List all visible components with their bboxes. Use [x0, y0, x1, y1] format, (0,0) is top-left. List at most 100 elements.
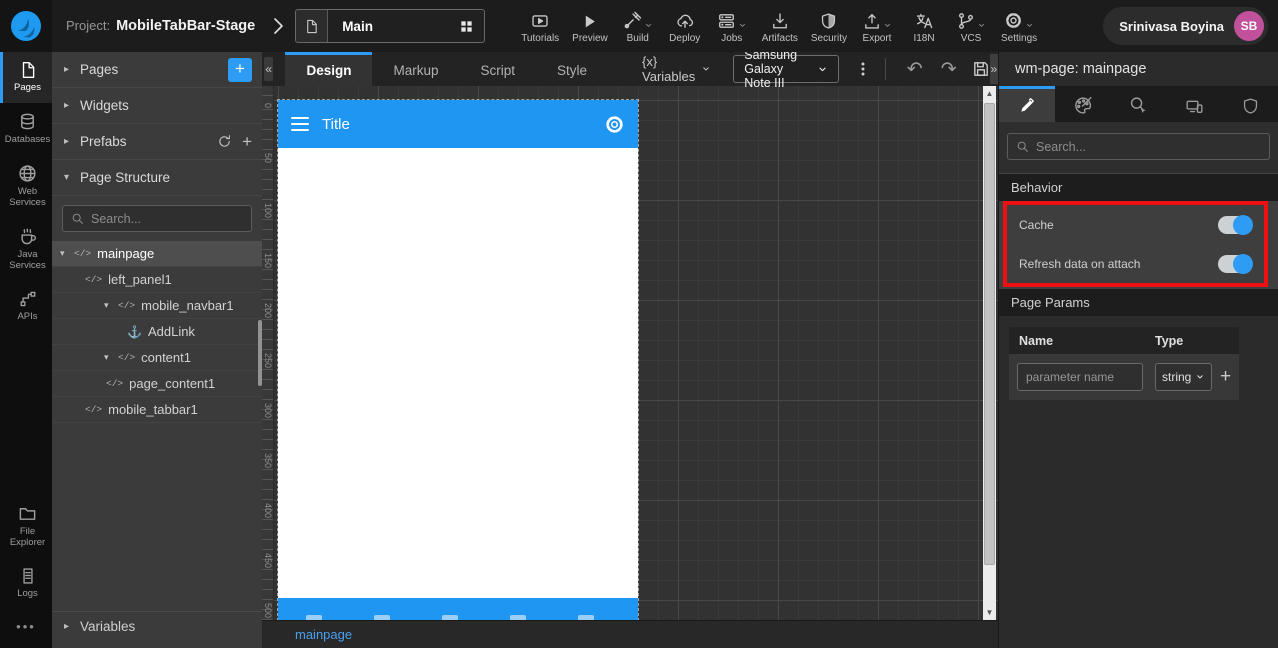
- topbar-tool-jobs[interactable]: Jobs: [715, 8, 749, 44]
- tree-node-label: mobile_tabbar1: [108, 402, 198, 417]
- tool-label: Deploy: [669, 33, 701, 44]
- sidebar-section-variables[interactable]: ▸ Variables: [52, 611, 262, 641]
- param-type-select[interactable]: string: [1155, 363, 1213, 391]
- properties-tab-devices[interactable]: [1166, 86, 1222, 122]
- topbar-tool-settings[interactable]: Settings: [1001, 8, 1037, 44]
- phone-mockup[interactable]: Title: [277, 99, 639, 620]
- sidebar-item-apis[interactable]: APIs: [0, 281, 52, 332]
- canvas-scrollbar[interactable]: ▲ ▼: [983, 86, 996, 620]
- properties-tab-pencil[interactable]: [999, 86, 1055, 122]
- scrollbar-thumb[interactable]: [984, 103, 995, 565]
- search-input[interactable]: [91, 211, 243, 226]
- topbar-tool-artifacts[interactable]: Artifacts: [762, 8, 798, 44]
- topbar-tool-vcs[interactable]: VCS: [954, 8, 988, 44]
- properties-tab-palette[interactable]: [1055, 86, 1111, 122]
- properties-search-input[interactable]: [1036, 139, 1261, 154]
- column-header-type: Type: [1155, 333, 1184, 348]
- page-params-zone: Name Type string +: [999, 316, 1278, 648]
- section-label: Pages: [80, 62, 119, 77]
- device-select[interactable]: Samsung Galaxy Note III: [733, 48, 840, 90]
- section-header-page-params[interactable]: Page Params: [999, 289, 1278, 316]
- sidebar-item-databases[interactable]: Databases: [0, 103, 52, 155]
- explorer-section-widgets[interactable]: ▸ Widgets: [52, 88, 262, 124]
- section-header-behavior[interactable]: Behavior: [999, 174, 1278, 201]
- sidebar-item-label: Databases: [4, 133, 51, 145]
- more-button[interactable]: •••: [0, 609, 52, 648]
- user-menu[interactable]: Srinivasa Boyina SB: [1103, 7, 1268, 45]
- tool-label: Tutorials: [521, 33, 560, 44]
- cache-toggle[interactable]: [1218, 214, 1253, 235]
- ruler-tick-label: 300: [263, 403, 273, 419]
- sidebar-item-web-services[interactable]: Web Services: [0, 155, 52, 218]
- active-page-selector[interactable]: Main: [295, 9, 486, 43]
- tree-node-addlink[interactable]: ⚓ AddLink: [52, 319, 262, 345]
- topbar-tool-build[interactable]: Build: [621, 8, 655, 44]
- tab-script[interactable]: Script: [459, 52, 536, 86]
- field-label: Cache: [1019, 217, 1054, 232]
- tree-node-left-panel1[interactable]: </> left_panel1: [52, 267, 262, 293]
- mobile-navbar-widget[interactable]: Title: [278, 100, 638, 148]
- design-canvas[interactable]: Title 0 50 100 150 200 250 300 350 400 450 500 ▲ ▼: [262, 86, 998, 620]
- palette-icon: [1073, 96, 1093, 115]
- code-icon: </>: [118, 300, 136, 311]
- sidebar-item-java-services[interactable]: Java Services: [0, 218, 52, 281]
- add-param-button[interactable]: +: [1212, 366, 1239, 388]
- tree-node-content1[interactable]: ▾ </> content1: [52, 345, 262, 371]
- caret-right-icon: ▸: [64, 100, 70, 111]
- properties-tab-shield[interactable]: [1222, 86, 1278, 122]
- properties-tab-events[interactable]: [1111, 86, 1167, 122]
- grid-view-icon[interactable]: [449, 19, 484, 34]
- tab-design[interactable]: Design: [285, 52, 373, 86]
- explorer-section-page-structure[interactable]: ▾ Page Structure: [52, 160, 262, 196]
- globe-icon: [18, 164, 37, 183]
- code-icon: </>: [85, 274, 103, 285]
- app-logo[interactable]: [0, 0, 52, 52]
- topbar-tool-security[interactable]: Security: [811, 8, 847, 44]
- add-page-button[interactable]: +: [228, 57, 252, 82]
- topbar-tool-tutorials[interactable]: Tutorials: [521, 8, 559, 44]
- sidebar-item-logs[interactable]: Logs: [0, 558, 52, 609]
- undo-button[interactable]: ↶: [898, 60, 932, 79]
- sidebar-item-pages[interactable]: Pages: [0, 52, 52, 103]
- tree-node-page-content1[interactable]: </> page_content1: [52, 371, 262, 397]
- hamburger-menu-icon[interactable]: [291, 116, 309, 132]
- collapse-left-panel-button[interactable]: «: [264, 57, 274, 81]
- variables-dropdown[interactable]: {x} Variables: [642, 54, 711, 84]
- refresh-icon[interactable]: [217, 134, 232, 149]
- chevron-down-icon: [701, 65, 711, 73]
- sidebar-item-file-explorer[interactable]: File Explorer: [0, 495, 52, 558]
- save-button[interactable]: [972, 60, 990, 78]
- caret-right-icon: ▸: [64, 136, 70, 147]
- navbar-gear-icon[interactable]: [604, 114, 625, 135]
- more-options-kebab-icon[interactable]: [855, 60, 871, 78]
- caret-down-icon[interactable]: ▾: [60, 248, 74, 259]
- mobile-tabbar-widget[interactable]: [278, 598, 638, 620]
- topbar-tool-deploy[interactable]: Deploy: [668, 8, 702, 44]
- redo-button[interactable]: ↷: [932, 60, 966, 79]
- tree-node-label: content1: [141, 350, 191, 365]
- page-structure-tree: ▾ </> mainpage </> left_panel1 ▾ </> mobile_nav…: [52, 241, 262, 423]
- topbar-tool-i18n[interactable]: I18N: [907, 8, 941, 44]
- collapse-right-panel-button[interactable]: »: [989, 54, 999, 84]
- tree-node-mobile-navbar1[interactable]: ▾ </> mobile_navbar1: [52, 293, 262, 319]
- tab-style[interactable]: Style: [536, 52, 608, 86]
- shield-icon: [1242, 97, 1259, 115]
- topbar-tool-export[interactable]: Export: [860, 8, 894, 44]
- scroll-up-arrow[interactable]: ▲: [983, 86, 996, 101]
- search-icon: [71, 212, 84, 225]
- caret-down-icon[interactable]: ▾: [104, 300, 118, 311]
- topbar-tool-preview[interactable]: Preview: [572, 8, 608, 44]
- tree-node-mobile-tabbar1[interactable]: </> mobile_tabbar1: [52, 397, 262, 423]
- refresh-data-on-attach-toggle[interactable]: [1218, 253, 1253, 274]
- tab-markup[interactable]: Markup: [372, 52, 459, 86]
- tree-node-mainpage[interactable]: ▾ </> mainpage: [52, 241, 262, 267]
- server-icon: [717, 12, 736, 30]
- explorer-section-pages[interactable]: ▸ Pages +: [52, 52, 262, 88]
- scroll-down-arrow[interactable]: ▼: [983, 605, 996, 620]
- param-name-input[interactable]: [1017, 363, 1143, 391]
- status-page-link[interactable]: mainpage: [295, 627, 352, 642]
- explorer-section-prefabs[interactable]: ▸ Prefabs +: [52, 124, 262, 160]
- add-icon[interactable]: +: [242, 132, 252, 152]
- activity-bar: Pages Databases Web Services Java Services A…: [0, 52, 52, 648]
- caret-down-icon[interactable]: ▾: [104, 352, 118, 363]
